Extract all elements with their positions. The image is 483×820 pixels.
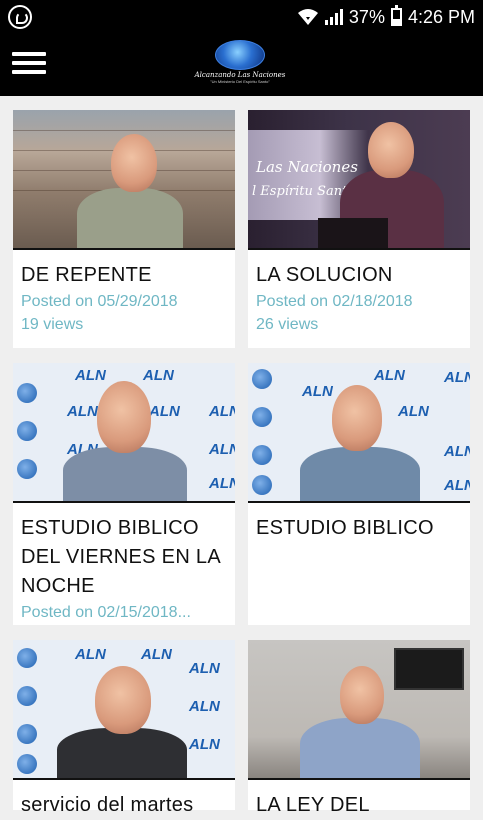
video-title[interactable]: ESTUDIO BIBLICO [256,514,462,543]
thumbnail-overlay-text: Las Naciones [256,158,358,176]
aln-logo-mark: ALN [209,403,235,420]
logo-text: Alcanzando Las Naciones [194,71,286,79]
video-posted-date: Posted on 05/29/2018 [21,293,178,310]
battery-percent: 37% [348,6,385,27]
video-thumbnail[interactable]: Las Naciones l Espíritu Santo" [248,110,470,250]
globe-icon [252,475,272,495]
clock: 4:26 PM [407,6,475,27]
app-bar: Alcanzando Las Naciones "Un Ministerio D… [0,34,483,96]
globe-icon [215,40,265,70]
video-card[interactable]: ALN ALN ALN ALN ALN ALN ALN ALN ESTUDIO … [13,363,235,625]
video-title[interactable]: LA LEY DEL [256,791,462,820]
status-bar: 37% 4:26 PM [0,0,483,34]
aln-logo-mark: ALN [302,383,333,400]
aln-logo-mark: ALN [189,660,220,677]
globe-icon [252,369,272,389]
aln-logo-mark: ALN [149,403,180,420]
aln-logo-mark: ALN [67,403,98,420]
aln-logo-mark: ALN [189,736,220,753]
aln-logo-mark: ALN [75,367,106,384]
aln-logo-mark: ALN [189,698,220,715]
video-card[interactable]: LA LEY DEL [248,640,470,816]
wifi-icon [297,9,318,25]
aln-logo-mark: ALN [444,443,470,460]
video-posted-date: Posted on 02/15/2018... [21,604,191,621]
globe-icon [17,686,37,706]
video-thumbnail[interactable]: ALN ALN ALN ALN ALN ALN [248,363,470,503]
aln-logo-mark: ALN [444,477,470,494]
video-title[interactable]: servicio del martes [21,791,227,820]
whatsapp-icon [8,5,32,29]
video-view-count: 19 views [21,316,84,333]
video-title[interactable]: LA SOLUCION [256,261,462,290]
aln-logo-mark: ALN [75,646,106,663]
video-title[interactable]: DE REPENTE [21,261,227,290]
video-thumbnail[interactable] [13,110,235,250]
aln-logo-mark: ALN [141,646,172,663]
video-thumbnail[interactable]: ALN ALN ALN ALN ALN ALN ALN ALN [13,363,235,503]
battery-icon [390,5,402,26]
video-posted-date: Posted on 02/18/2018 [256,293,413,310]
aln-logo-mark: ALN [444,369,470,386]
aln-logo-mark: ALN [143,367,174,384]
video-title[interactable]: ESTUDIO BIBLICO DEL VIERNES EN LA NOCHE [21,514,227,601]
video-card[interactable]: ALN ALN ALN ALN ALN servicio del martes [13,640,235,816]
video-view-count: 26 views [256,316,319,333]
hamburger-menu-icon[interactable] [12,52,46,78]
app-logo[interactable]: Alcanzando Las Naciones "Un Ministerio D… [195,40,285,88]
video-card[interactable]: DE REPENTE Posted on 05/29/2018 19 views [13,110,235,348]
aln-logo-mark: ALN [374,367,405,384]
signal-icon [324,9,343,25]
video-thumbnail[interactable] [248,640,470,780]
aln-logo-mark: ALN [398,403,429,420]
globe-icon [17,383,37,403]
aln-logo-mark: ALN [209,441,235,458]
globe-icon [17,724,37,744]
globe-icon [17,648,37,668]
globe-icon [252,407,272,427]
globe-icon [17,459,37,479]
video-card[interactable]: ALN ALN ALN ALN ALN ALN ESTUDIO BIBLICO [248,363,470,625]
logo-subtext: "Un Ministerio Del Espíritu Santo" [210,79,270,84]
video-card[interactable]: Las Naciones l Espíritu Santo" LA SOLUCI… [248,110,470,348]
globe-icon [17,754,37,774]
globe-icon [17,421,37,441]
aln-logo-mark: ALN [209,475,235,492]
tv-screen [394,648,464,690]
globe-icon [252,445,272,465]
video-thumbnail[interactable]: ALN ALN ALN ALN ALN [13,640,235,780]
